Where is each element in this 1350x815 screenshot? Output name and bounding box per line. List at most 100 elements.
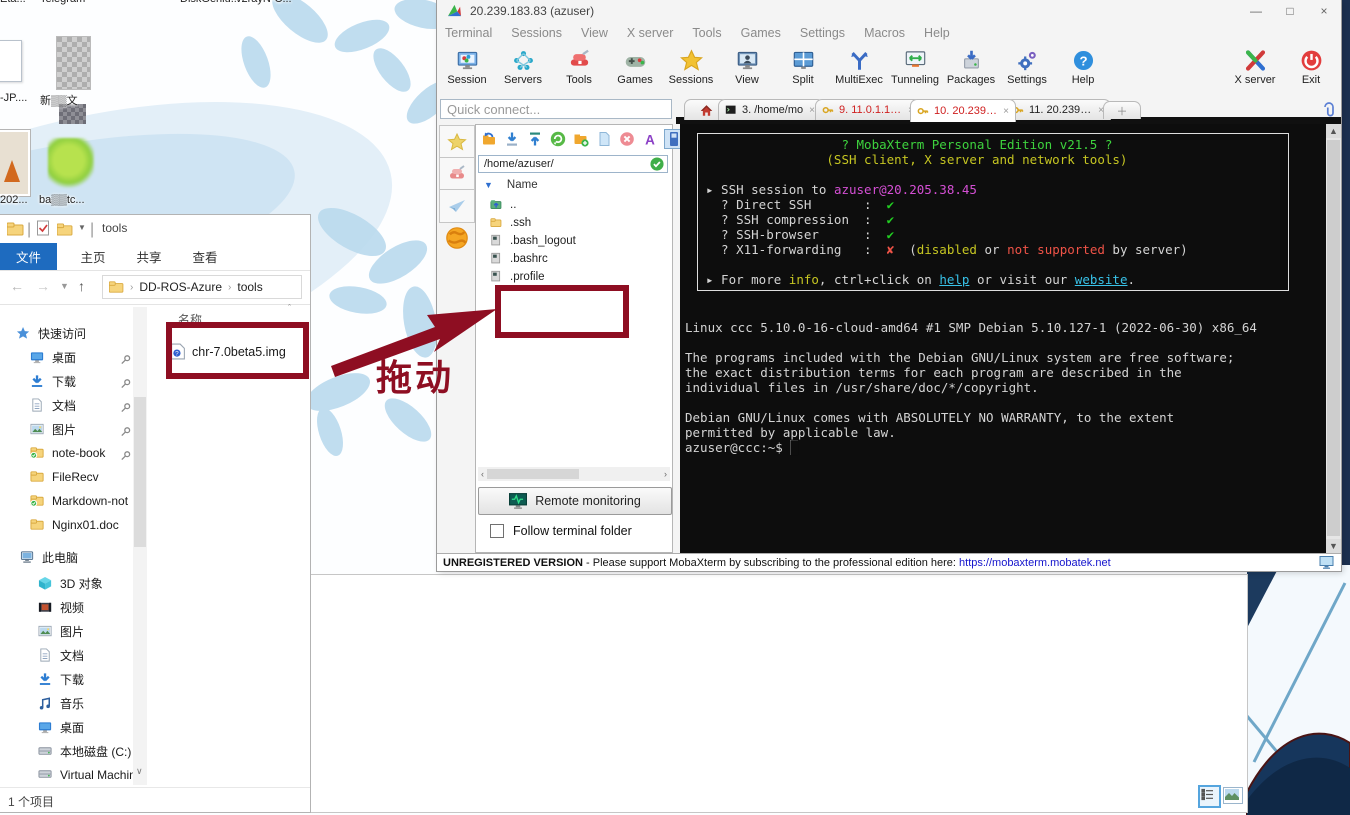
- sftp-tree-header[interactable]: ▼ Name: [484, 179, 538, 191]
- desktop-icon-label[interactable]: Eta...: [0, 0, 26, 5]
- customize-toolbar-chevron[interactable]: ▼: [78, 223, 86, 232]
- nav-scrollbar[interactable]: [133, 307, 147, 785]
- view-thumbnail-button[interactable]: [1223, 787, 1243, 804]
- sidebar-item-pc-6[interactable]: 音乐: [38, 695, 84, 712]
- display-status-icon[interactable]: [1319, 555, 1335, 570]
- toolbar-button-servers[interactable]: Servers: [495, 44, 551, 86]
- desktop-icon-green[interactable]: [48, 138, 94, 188]
- sidebar-item-pc-4[interactable]: 文档: [38, 647, 84, 664]
- toolbar-button-games[interactable]: Games: [607, 44, 663, 86]
- sidebar-tab-sftp[interactable]: [445, 226, 469, 250]
- statusbar-link[interactable]: https://mobaxterm.mobatek.net: [959, 557, 1111, 569]
- toolbar-button-x server[interactable]: X server: [1227, 44, 1283, 86]
- nav-scrollbar-thumb[interactable]: [134, 397, 146, 547]
- toolbar-button-sessions[interactable]: Sessions: [663, 44, 719, 86]
- desktop-icon-label[interactable]: v2rayN-C...: [236, 0, 292, 5]
- terminal-tab-2[interactable]: 9. 11.0.1.128×: [815, 99, 921, 120]
- forward-button[interactable]: →: [36, 278, 50, 294]
- sftp-path-input[interactable]: [482, 157, 650, 171]
- sftp-item-bash-logout[interactable]: .bash_logout: [490, 233, 576, 249]
- toolbar-button-exit[interactable]: Exit: [1283, 44, 1339, 86]
- view-list-button[interactable]: [1198, 785, 1221, 808]
- sidebar-tab-sessions[interactable]: [439, 125, 475, 159]
- sftp-new-folder-button[interactable]: [572, 130, 590, 148]
- sidebar-item-desktop[interactable]: 桌面: [30, 349, 76, 366]
- sidebar-item-note-book[interactable]: note-book: [30, 445, 105, 460]
- menu-tools[interactable]: Tools: [692, 26, 721, 40]
- new-folder-icon[interactable]: [57, 223, 73, 236]
- sftp-item-bashrc[interactable]: .bashrc: [490, 251, 548, 267]
- sftp-go-up-folder-button[interactable]: [480, 130, 498, 148]
- scroll-right-arrow[interactable]: ›: [661, 469, 670, 479]
- menu-games[interactable]: Games: [741, 26, 781, 40]
- sidebar-section-this-pc[interactable]: 此电脑: [20, 549, 78, 566]
- sidebar-item-pc-8[interactable]: 本地磁盘 (C:): [38, 743, 131, 760]
- breadcrumb-item[interactable]: DD-ROS-Azure: [139, 280, 222, 294]
- menu-macros[interactable]: Macros: [864, 26, 905, 40]
- sidebar-item-downloads[interactable]: 下载: [30, 373, 76, 390]
- back-button[interactable]: ←: [10, 278, 24, 294]
- nav-scroll-down-chevron[interactable]: ∨: [136, 766, 143, 777]
- sftp-item-ssh[interactable]: .ssh: [490, 215, 531, 231]
- sidebar-tab-macros[interactable]: [439, 189, 475, 223]
- toolbar-button-settings[interactable]: Settings: [999, 44, 1055, 86]
- sftp-hscrollbar[interactable]: ‹ ›: [478, 467, 670, 481]
- sidebar-item-documents[interactable]: 文档: [30, 397, 76, 414]
- terminal[interactable]: ? MobaXterm Personal Edition v21.5 ? (SS…: [680, 124, 1326, 553]
- sftp-download-button[interactable]: [503, 130, 521, 148]
- toolbar-button-help[interactable]: ?Help: [1055, 44, 1111, 86]
- sidebar-item-pictures[interactable]: 图片: [30, 421, 76, 438]
- sidebar-tab-tools[interactable]: [439, 157, 475, 191]
- toolbar-button-packages[interactable]: Packages: [943, 44, 999, 86]
- toolbar-button-session[interactable]: Session: [439, 44, 495, 86]
- desktop-icon-doc[interactable]: [0, 40, 22, 82]
- desktop-icon-mosaic[interactable]: [56, 36, 91, 90]
- menu-sessions[interactable]: Sessions: [511, 26, 562, 40]
- sftp-item-[interactable]: ..: [490, 197, 516, 213]
- close-button[interactable]: ×: [1307, 4, 1341, 18]
- terminal-tab-4[interactable]: 11. 20.239.18×: [1005, 99, 1111, 120]
- terminal-tab-1[interactable]: 3. /home/mo×: [718, 99, 824, 120]
- paperclip-icon[interactable]: [1321, 100, 1337, 118]
- sidebar-item-markdown-not[interactable]: Markdown-not: [30, 493, 128, 508]
- hscrollbar-thumb[interactable]: [487, 469, 579, 479]
- sidebar-section-quick-access[interactable]: 快速访问: [16, 325, 86, 342]
- sidebar-item-pc-1[interactable]: 3D 对象: [38, 575, 103, 592]
- sidebar-item-pc-2[interactable]: 视频: [38, 599, 84, 616]
- ribbon-tab-home[interactable]: 主页: [70, 243, 116, 270]
- sidebar-item-pc-5[interactable]: 下载: [38, 671, 84, 688]
- follow-checkbox[interactable]: [490, 524, 504, 538]
- scroll-down-arrow[interactable]: ▼: [1326, 539, 1341, 553]
- quick-connect-input[interactable]: [440, 99, 672, 119]
- scroll-left-arrow[interactable]: ‹: [478, 469, 487, 479]
- sidebar-item-nginx01-doc[interactable]: Nginx01.doc: [30, 517, 119, 532]
- menu-view[interactable]: View: [581, 26, 608, 40]
- toolbar-button-tunneling[interactable]: Tunneling: [887, 44, 943, 86]
- desktop-icon-photo[interactable]: [0, 130, 30, 196]
- sidebar-item-pc-9[interactable]: Virtual Machine: [38, 767, 143, 782]
- sftp-item-profile[interactable]: .profile: [490, 269, 545, 285]
- desktop-icon-label[interactable]: Telegram: [40, 0, 85, 5]
- sidebar-item-pc-3[interactable]: 图片: [38, 623, 84, 640]
- sftp-new-file-button[interactable]: [595, 130, 613, 148]
- breadcrumb-item[interactable]: tools: [237, 280, 262, 294]
- minimize-button[interactable]: —: [1239, 4, 1273, 18]
- maximize-button[interactable]: □: [1273, 4, 1307, 18]
- toolbar-button-tools[interactable]: Tools: [551, 44, 607, 86]
- recent-locations-chevron[interactable]: ▼: [60, 281, 69, 291]
- menu-terminal[interactable]: Terminal: [445, 26, 492, 40]
- sidebar-item-pc-7[interactable]: 桌面: [38, 719, 84, 736]
- remote-monitoring-button[interactable]: Remote monitoring: [478, 487, 672, 515]
- sftp-refresh-button[interactable]: [549, 130, 567, 148]
- sftp-delete-button[interactable]: [618, 130, 636, 148]
- sftp-rename-button[interactable]: A: [641, 130, 659, 148]
- toolbar-button-view[interactable]: View: [719, 44, 775, 86]
- scroll-up-arrow[interactable]: ▲: [1326, 124, 1341, 138]
- ribbon-tab-file[interactable]: 文件: [0, 243, 57, 270]
- toolbar-button-multiexec[interactable]: MultiExec: [831, 44, 887, 86]
- desktop-icon-label[interactable]: DiskGeniu...: [180, 0, 240, 5]
- ribbon-tab-view[interactable]: 查看: [182, 243, 228, 270]
- terminal-tab-3[interactable]: 10. 20.239.18×: [910, 99, 1016, 122]
- ribbon-tab-share[interactable]: 共享: [126, 243, 172, 270]
- new-tab-button[interactable]: ＋: [1103, 101, 1141, 119]
